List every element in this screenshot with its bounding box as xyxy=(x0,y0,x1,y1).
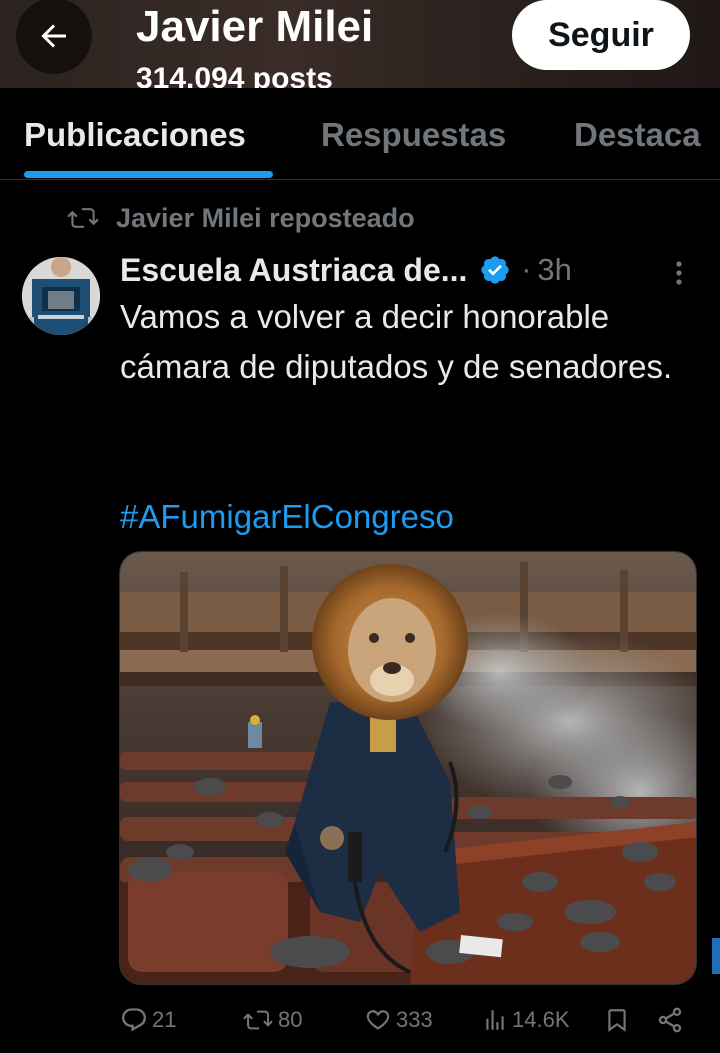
active-tab-indicator xyxy=(24,171,273,178)
repost-icon xyxy=(67,208,99,228)
author-name[interactable]: Escuela Austriaca de... xyxy=(120,252,467,289)
lion-in-congress-image xyxy=(120,552,696,984)
like-button[interactable]: 333 xyxy=(364,1002,433,1038)
reply-icon xyxy=(122,1008,146,1032)
post-text: Vamos a volver a decir honorable cámara … xyxy=(120,298,673,385)
post-time[interactable]: 3h xyxy=(537,252,571,288)
follow-button[interactable]: Seguir xyxy=(512,0,690,70)
post-actions: 21 80 333 14.6K xyxy=(0,996,720,1044)
post-image[interactable] xyxy=(119,551,697,985)
repost-button[interactable]: 80 xyxy=(242,1002,302,1038)
tab-respuestas[interactable]: Respuestas xyxy=(321,116,506,154)
profile-name: Javier Milei xyxy=(136,2,374,51)
back-button[interactable] xyxy=(16,0,92,74)
bookmark-button[interactable] xyxy=(604,1002,630,1038)
separator-dot: · xyxy=(521,253,532,286)
tab-destacados[interactable]: Destaca xyxy=(574,116,701,154)
scrollbar-thumb[interactable] xyxy=(712,938,720,974)
views-chart-icon xyxy=(486,1010,504,1030)
verified-badge-icon xyxy=(479,254,511,286)
bookmark-icon xyxy=(608,1009,626,1032)
reply-button[interactable]: 21 xyxy=(120,1002,176,1038)
heart-icon xyxy=(366,1010,390,1030)
author-avatar[interactable] xyxy=(22,257,100,335)
repost-count: 80 xyxy=(278,1007,303,1032)
post-count: 314.094 posts xyxy=(136,62,333,88)
like-count: 333 xyxy=(396,1007,433,1032)
share-icon xyxy=(658,1007,682,1033)
reply-count: 21 xyxy=(152,1007,177,1032)
more-vertical-icon xyxy=(676,261,682,285)
profile-tabs: Publicaciones Respuestas Destaca xyxy=(0,88,720,180)
arrow-left-icon xyxy=(41,24,66,48)
repost-context[interactable]: Javier Milei reposteado xyxy=(66,200,415,236)
views-count: 14.6K xyxy=(512,1007,570,1032)
repost-label: Javier Milei reposteado xyxy=(116,202,415,233)
post-author-row: Escuela Austriaca de... · 3h xyxy=(120,248,700,292)
hashtag-link[interactable]: #AFumigarElCongreso xyxy=(120,492,454,542)
repost-icon xyxy=(243,1010,273,1030)
more-options-button[interactable] xyxy=(674,260,684,293)
profile-header: Javier Milei 314.094 posts Seguir xyxy=(0,0,720,88)
tab-publicaciones[interactable]: Publicaciones xyxy=(24,116,246,154)
share-button[interactable] xyxy=(656,1002,684,1038)
views-button[interactable]: 14.6K xyxy=(482,1002,570,1038)
